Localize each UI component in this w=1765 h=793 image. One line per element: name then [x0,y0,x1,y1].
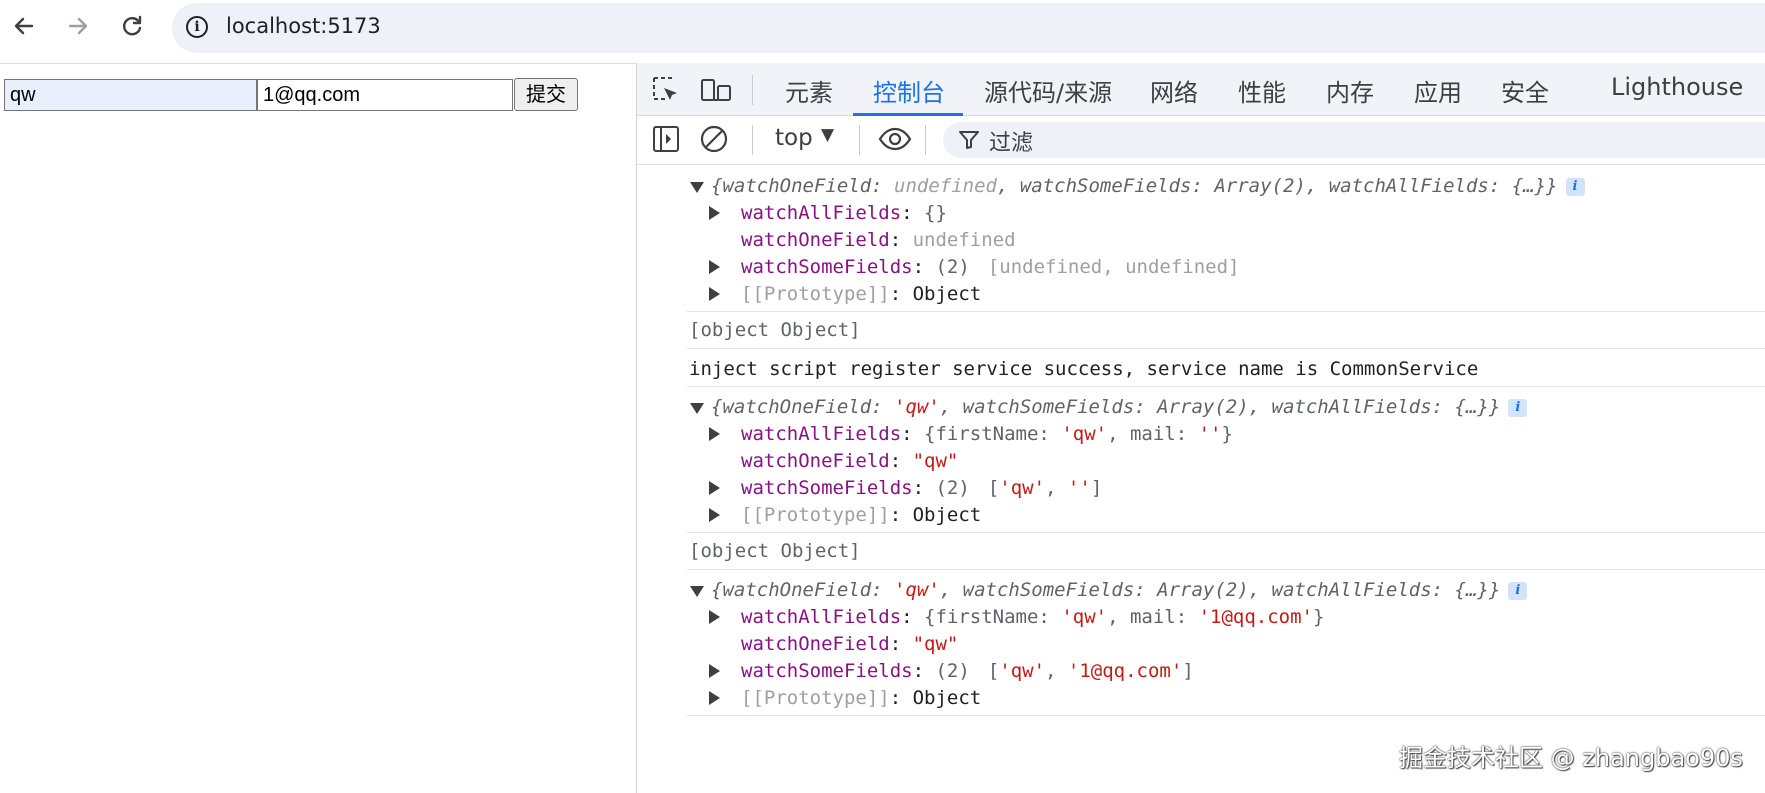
first-name-input[interactable]: qw [4,79,257,111]
property-row: watchOneField: undefined [741,229,1016,251]
property-row: watchOneField: "qw" [741,633,959,655]
devtools-tab-bar: 元素 控制台 源代码/来源 网络 性能 内存 应用 安全 Lighthouse [637,63,1765,116]
info-icon[interactable]: i [186,16,208,38]
expand-triangle-icon[interactable] [709,508,720,522]
log-summary[interactable]: {watchOneField: 'qw', watchSomeFields: A… [711,394,1528,420]
property-row[interactable]: watchAllFields: {} [741,200,947,226]
tab-elements[interactable]: 元素 [785,73,833,108]
chevron-down-icon[interactable]: ▼ [821,125,834,145]
divider [687,386,1765,387]
inspect-element-icon[interactable] [651,75,681,105]
property-row: watchOneField: "qw" [741,450,959,472]
property-row[interactable]: [[Prototype]]: Object [741,281,981,307]
property-row[interactable]: watchSomeFields: (2) ['qw', '1@qq.com'] [741,658,1194,684]
log-message: [object Object] [689,319,861,341]
divider [859,125,860,155]
reload-icon[interactable] [116,10,148,42]
divider [752,125,753,155]
clear-console-icon[interactable] [699,124,729,154]
expand-triangle-icon[interactable] [709,206,720,220]
expand-triangle-icon[interactable] [709,691,720,705]
tab-memory[interactable]: 内存 [1326,73,1374,108]
submit-button[interactable]: 提交 [514,78,578,111]
filter-icon [957,128,981,156]
console-filter-input[interactable]: 过滤 [943,122,1765,158]
info-icon[interactable]: i [1565,177,1585,196]
browser-toolbar: i localhost:5173 [0,0,1765,56]
log-summary[interactable]: {watchOneField: 'qw', watchSomeFields: A… [711,577,1528,603]
info-icon[interactable]: i [1508,581,1528,600]
sidebar-toggle-icon[interactable] [651,124,681,154]
tab-lighthouse[interactable]: Lighthouse [1611,73,1743,101]
tab-sources[interactable]: 源代码/来源 [984,73,1112,108]
divider [752,75,753,105]
divider [687,569,1765,570]
divider [687,311,1765,312]
expand-triangle-icon[interactable] [709,287,720,301]
mail-input[interactable]: 1@qq.com [257,79,513,111]
url-text: localhost:5173 [226,14,381,38]
arrow-right-icon[interactable] [62,10,94,42]
expand-triangle-icon[interactable] [709,427,720,441]
divider [687,715,1765,716]
collapse-triangle-icon[interactable] [690,586,704,597]
property-row[interactable]: watchSomeFields: (2) [undefined, undefine… [741,254,1239,280]
tab-security[interactable]: 安全 [1501,73,1549,108]
log-summary[interactable]: {watchOneField: undefined, watchSomeFiel… [711,173,1585,199]
expand-triangle-icon[interactable] [709,260,720,274]
log-message: [object Object] [689,540,861,562]
live-expression-icon[interactable] [878,124,912,154]
watermark: 掘金技术社区 @ zhangbao90s [1399,744,1743,772]
divider [687,348,1765,349]
tab-performance[interactable]: 性能 [1238,73,1286,108]
property-row[interactable]: watchSomeFields: (2) ['qw', ''] [741,475,1102,501]
context-selector[interactable]: top [775,125,813,151]
property-row[interactable]: [[Prototype]]: Object [741,502,981,528]
collapse-triangle-icon[interactable] [690,403,704,414]
divider [925,125,926,155]
tab-console[interactable]: 控制台 [873,73,945,108]
console-toolbar: top ▼ 过滤 [637,116,1765,165]
devtools-panel: 元素 控制台 源代码/来源 网络 性能 内存 应用 安全 Lighthouse … [636,63,1765,793]
filter-placeholder: 过滤 [989,131,1034,156]
divider [0,63,637,64]
expand-triangle-icon[interactable] [709,481,720,495]
expand-triangle-icon[interactable] [709,610,720,624]
property-row[interactable]: watchAllFields: {firstName: 'qw', mail: … [741,421,1233,447]
divider [687,532,1765,533]
log-message: inject script register service success, … [689,358,1479,380]
device-toolbar-icon[interactable] [699,75,731,105]
collapse-triangle-icon[interactable] [690,182,704,193]
property-row[interactable]: [[Prototype]]: Object [741,685,981,711]
address-bar[interactable]: i localhost:5173 [172,3,1765,53]
info-icon[interactable]: i [1508,398,1528,417]
tab-network[interactable]: 网络 [1150,73,1198,108]
property-row[interactable]: watchAllFields: {firstName: 'qw', mail: … [741,604,1324,630]
arrow-left-icon[interactable] [8,10,40,42]
tab-application[interactable]: 应用 [1414,73,1462,108]
expand-triangle-icon[interactable] [709,664,720,678]
